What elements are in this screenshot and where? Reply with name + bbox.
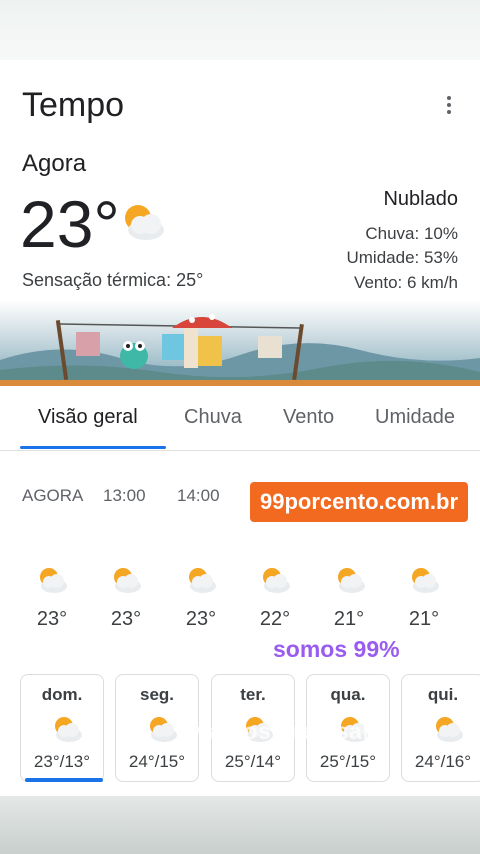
tab-bar: Visão geral Chuva Vento Umidade bbox=[0, 392, 480, 451]
current-temperature: 23° bbox=[20, 187, 120, 261]
watermark-slogan: somos 99% bbox=[273, 636, 400, 662]
day-card[interactable]: dom. 23°/13° bbox=[20, 674, 104, 782]
page-title: Tempo bbox=[22, 86, 125, 124]
top-fade bbox=[0, 0, 480, 60]
partly-cloudy-icon bbox=[431, 715, 465, 748]
more-vert-icon[interactable] bbox=[441, 96, 457, 116]
day-range: 24°/16° bbox=[414, 752, 472, 771]
day-name: dom. bbox=[41, 685, 83, 704]
hour-label: 13:00 bbox=[103, 486, 146, 505]
day-name: ter. bbox=[240, 685, 266, 704]
day-range: 25°/14° bbox=[224, 752, 282, 771]
humidity-value: Umidade: 53% bbox=[346, 248, 458, 267]
hour-temp: 21° bbox=[333, 608, 365, 630]
selected-day-indicator bbox=[25, 778, 103, 782]
hour-temp: 23° bbox=[36, 608, 68, 630]
hour-temp: 22° bbox=[259, 608, 291, 630]
partly-cloudy-icon bbox=[125, 205, 164, 240]
bottom-fade bbox=[0, 796, 480, 854]
weather-illustration bbox=[0, 300, 480, 386]
tab-rain[interactable]: Chuva bbox=[184, 406, 242, 429]
current-label: Agora bbox=[22, 150, 87, 177]
partly-cloudy-icon bbox=[35, 566, 69, 599]
feels-like: Sensação térmica: 25° bbox=[22, 270, 204, 290]
tab-overview[interactable]: Visão geral bbox=[38, 406, 138, 429]
watermark-banner: 99porcento.com.br bbox=[250, 482, 468, 522]
hour-temp: 23° bbox=[185, 608, 217, 630]
day-range: 23°/13° bbox=[33, 752, 91, 771]
day-name: qui. bbox=[427, 685, 459, 704]
condition-text: Nublado bbox=[383, 188, 458, 210]
day-range: 24°/15° bbox=[128, 752, 186, 771]
rain-chance: Chuva: 10% bbox=[365, 224, 458, 243]
tab-wind[interactable]: Vento bbox=[283, 406, 334, 429]
day-name: seg. bbox=[139, 685, 175, 704]
partly-cloudy-icon bbox=[333, 566, 367, 599]
partly-cloudy-icon bbox=[258, 566, 292, 599]
active-tab-indicator bbox=[20, 446, 166, 449]
hour-label: 14:00 bbox=[177, 486, 220, 505]
day-card[interactable]: qui. 24°/16° bbox=[401, 674, 480, 782]
partly-cloudy-icon bbox=[50, 715, 84, 748]
partly-cloudy-icon bbox=[145, 715, 179, 748]
partly-cloudy-icon bbox=[109, 566, 143, 599]
day-name: qua. bbox=[330, 685, 366, 704]
partly-cloudy-icon bbox=[184, 566, 218, 599]
day-range: 25°/15° bbox=[319, 752, 377, 771]
hour-temp: 23° bbox=[110, 608, 142, 630]
hour-temp: 21° bbox=[408, 608, 440, 630]
day-card[interactable]: seg. 24°/15° bbox=[115, 674, 199, 782]
partly-cloudy-icon bbox=[407, 566, 441, 599]
wind-value: Vento: 6 km/h bbox=[354, 273, 458, 292]
watermark-overlay: vamos precisar bbox=[196, 718, 372, 744]
hour-label: AGORA bbox=[22, 486, 84, 505]
tab-humidity[interactable]: Umidade bbox=[375, 406, 455, 429]
